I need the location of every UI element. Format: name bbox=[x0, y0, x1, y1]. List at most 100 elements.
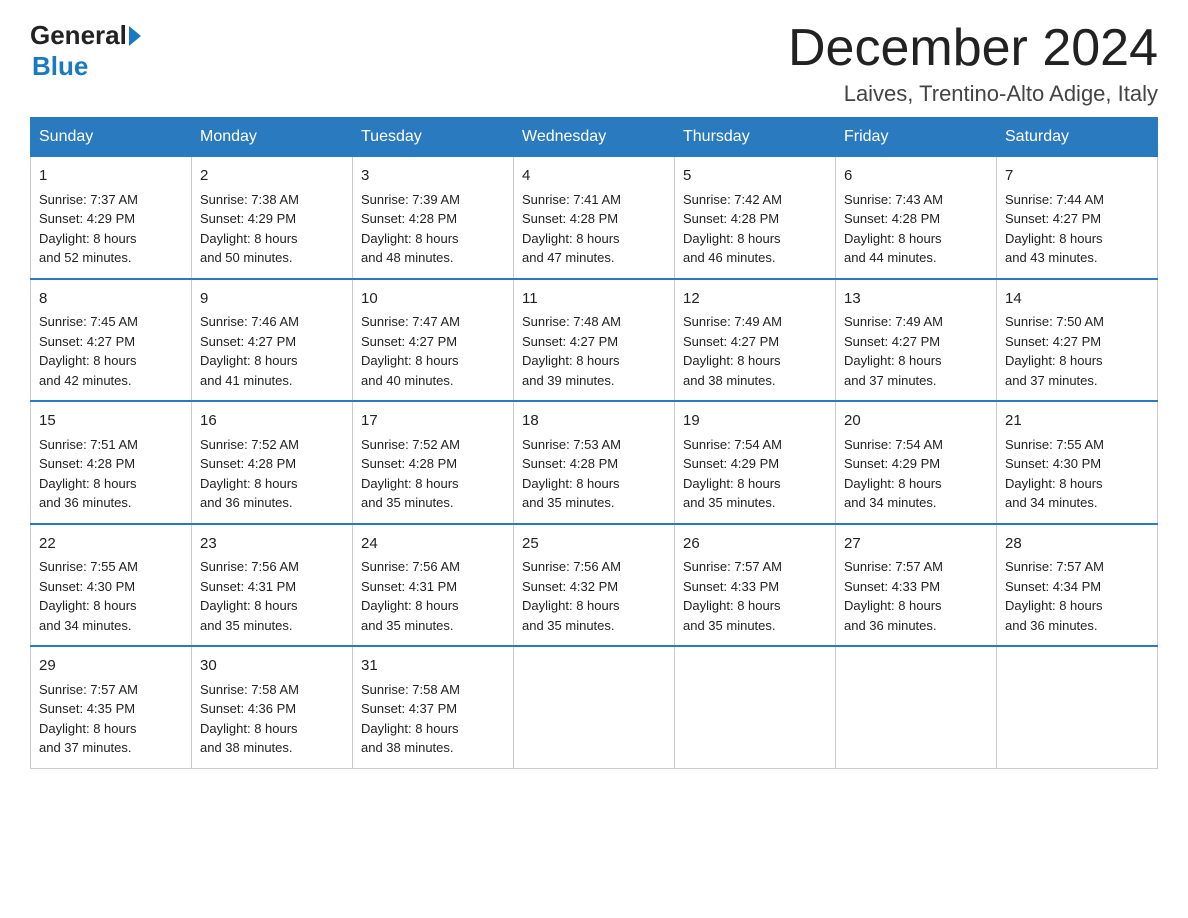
calendar-week-row: 15 Sunrise: 7:51 AMSunset: 4:28 PMDaylig… bbox=[31, 401, 1158, 524]
day-info-block: Sunrise: 7:57 AMSunset: 4:33 PMDaylight:… bbox=[844, 557, 988, 635]
day-number: 4 bbox=[522, 165, 666, 188]
day-number: 11 bbox=[522, 288, 666, 311]
table-row: 31 Sunrise: 7:58 AMSunset: 4:37 PMDaylig… bbox=[353, 646, 514, 768]
table-row bbox=[514, 646, 675, 768]
calendar-header-row: Sunday Monday Tuesday Wednesday Thursday… bbox=[31, 118, 1158, 157]
day-number: 17 bbox=[361, 410, 505, 433]
day-info-block: Sunrise: 7:52 AMSunset: 4:28 PMDaylight:… bbox=[200, 435, 344, 513]
table-row bbox=[675, 646, 836, 768]
day-number: 12 bbox=[683, 288, 827, 311]
calendar-week-row: 1 Sunrise: 7:37 AMSunset: 4:29 PMDayligh… bbox=[31, 157, 1158, 279]
day-number: 8 bbox=[39, 288, 183, 311]
day-number: 23 bbox=[200, 533, 344, 556]
day-info-block: Sunrise: 7:57 AMSunset: 4:34 PMDaylight:… bbox=[1005, 557, 1149, 635]
month-title: December 2024 bbox=[788, 20, 1158, 77]
day-info-block: Sunrise: 7:56 AMSunset: 4:31 PMDaylight:… bbox=[200, 557, 344, 635]
day-info-block: Sunrise: 7:52 AMSunset: 4:28 PMDaylight:… bbox=[361, 435, 505, 513]
table-row: 7 Sunrise: 7:44 AMSunset: 4:27 PMDayligh… bbox=[997, 157, 1158, 279]
day-number: 9 bbox=[200, 288, 344, 311]
table-row: 29 Sunrise: 7:57 AMSunset: 4:35 PMDaylig… bbox=[31, 646, 192, 768]
day-info-block: Sunrise: 7:37 AMSunset: 4:29 PMDaylight:… bbox=[39, 190, 183, 268]
day-info-block: Sunrise: 7:48 AMSunset: 4:27 PMDaylight:… bbox=[522, 312, 666, 390]
day-number: 1 bbox=[39, 165, 183, 188]
table-row: 13 Sunrise: 7:49 AMSunset: 4:27 PMDaylig… bbox=[836, 279, 997, 402]
day-info-block: Sunrise: 7:38 AMSunset: 4:29 PMDaylight:… bbox=[200, 190, 344, 268]
day-info-block: Sunrise: 7:43 AMSunset: 4:28 PMDaylight:… bbox=[844, 190, 988, 268]
day-info-block: Sunrise: 7:56 AMSunset: 4:31 PMDaylight:… bbox=[361, 557, 505, 635]
table-row: 17 Sunrise: 7:52 AMSunset: 4:28 PMDaylig… bbox=[353, 401, 514, 524]
day-number: 14 bbox=[1005, 288, 1149, 311]
table-row: 10 Sunrise: 7:47 AMSunset: 4:27 PMDaylig… bbox=[353, 279, 514, 402]
day-number: 24 bbox=[361, 533, 505, 556]
day-info-block: Sunrise: 7:45 AMSunset: 4:27 PMDaylight:… bbox=[39, 312, 183, 390]
day-number: 16 bbox=[200, 410, 344, 433]
table-row: 1 Sunrise: 7:37 AMSunset: 4:29 PMDayligh… bbox=[31, 157, 192, 279]
location-title: Laives, Trentino-Alto Adige, Italy bbox=[788, 81, 1158, 107]
day-info-block: Sunrise: 7:54 AMSunset: 4:29 PMDaylight:… bbox=[683, 435, 827, 513]
day-info-block: Sunrise: 7:47 AMSunset: 4:27 PMDaylight:… bbox=[361, 312, 505, 390]
day-number: 19 bbox=[683, 410, 827, 433]
col-monday: Monday bbox=[192, 118, 353, 157]
table-row: 6 Sunrise: 7:43 AMSunset: 4:28 PMDayligh… bbox=[836, 157, 997, 279]
day-info-block: Sunrise: 7:41 AMSunset: 4:28 PMDaylight:… bbox=[522, 190, 666, 268]
table-row: 9 Sunrise: 7:46 AMSunset: 4:27 PMDayligh… bbox=[192, 279, 353, 402]
title-area: December 2024 Laives, Trentino-Alto Adig… bbox=[788, 20, 1158, 107]
table-row: 27 Sunrise: 7:57 AMSunset: 4:33 PMDaylig… bbox=[836, 524, 997, 647]
day-number: 31 bbox=[361, 655, 505, 678]
day-number: 2 bbox=[200, 165, 344, 188]
table-row: 25 Sunrise: 7:56 AMSunset: 4:32 PMDaylig… bbox=[514, 524, 675, 647]
day-info-block: Sunrise: 7:39 AMSunset: 4:28 PMDaylight:… bbox=[361, 190, 505, 268]
col-wednesday: Wednesday bbox=[514, 118, 675, 157]
table-row: 28 Sunrise: 7:57 AMSunset: 4:34 PMDaylig… bbox=[997, 524, 1158, 647]
day-number: 25 bbox=[522, 533, 666, 556]
calendar-week-row: 8 Sunrise: 7:45 AMSunset: 4:27 PMDayligh… bbox=[31, 279, 1158, 402]
table-row: 21 Sunrise: 7:55 AMSunset: 4:30 PMDaylig… bbox=[997, 401, 1158, 524]
table-row: 4 Sunrise: 7:41 AMSunset: 4:28 PMDayligh… bbox=[514, 157, 675, 279]
day-number: 22 bbox=[39, 533, 183, 556]
table-row: 2 Sunrise: 7:38 AMSunset: 4:29 PMDayligh… bbox=[192, 157, 353, 279]
table-row: 15 Sunrise: 7:51 AMSunset: 4:28 PMDaylig… bbox=[31, 401, 192, 524]
page-header: General Blue December 2024 Laives, Trent… bbox=[30, 20, 1158, 107]
calendar-week-row: 22 Sunrise: 7:55 AMSunset: 4:30 PMDaylig… bbox=[31, 524, 1158, 647]
day-info-block: Sunrise: 7:57 AMSunset: 4:33 PMDaylight:… bbox=[683, 557, 827, 635]
table-row: 22 Sunrise: 7:55 AMSunset: 4:30 PMDaylig… bbox=[31, 524, 192, 647]
day-number: 30 bbox=[200, 655, 344, 678]
table-row: 20 Sunrise: 7:54 AMSunset: 4:29 PMDaylig… bbox=[836, 401, 997, 524]
day-number: 20 bbox=[844, 410, 988, 433]
col-tuesday: Tuesday bbox=[353, 118, 514, 157]
col-thursday: Thursday bbox=[675, 118, 836, 157]
day-info-block: Sunrise: 7:42 AMSunset: 4:28 PMDaylight:… bbox=[683, 190, 827, 268]
logo: General Blue bbox=[30, 20, 141, 82]
day-number: 18 bbox=[522, 410, 666, 433]
day-info-block: Sunrise: 7:49 AMSunset: 4:27 PMDaylight:… bbox=[683, 312, 827, 390]
day-info-block: Sunrise: 7:53 AMSunset: 4:28 PMDaylight:… bbox=[522, 435, 666, 513]
day-info-block: Sunrise: 7:46 AMSunset: 4:27 PMDaylight:… bbox=[200, 312, 344, 390]
day-info-block: Sunrise: 7:49 AMSunset: 4:27 PMDaylight:… bbox=[844, 312, 988, 390]
day-number: 27 bbox=[844, 533, 988, 556]
col-saturday: Saturday bbox=[997, 118, 1158, 157]
col-sunday: Sunday bbox=[31, 118, 192, 157]
day-info-block: Sunrise: 7:58 AMSunset: 4:36 PMDaylight:… bbox=[200, 680, 344, 758]
day-number: 13 bbox=[844, 288, 988, 311]
logo-arrow-icon bbox=[129, 26, 141, 46]
day-number: 26 bbox=[683, 533, 827, 556]
table-row: 3 Sunrise: 7:39 AMSunset: 4:28 PMDayligh… bbox=[353, 157, 514, 279]
table-row bbox=[836, 646, 997, 768]
day-number: 28 bbox=[1005, 533, 1149, 556]
table-row: 12 Sunrise: 7:49 AMSunset: 4:27 PMDaylig… bbox=[675, 279, 836, 402]
table-row: 26 Sunrise: 7:57 AMSunset: 4:33 PMDaylig… bbox=[675, 524, 836, 647]
day-number: 29 bbox=[39, 655, 183, 678]
day-info-block: Sunrise: 7:54 AMSunset: 4:29 PMDaylight:… bbox=[844, 435, 988, 513]
calendar-week-row: 29 Sunrise: 7:57 AMSunset: 4:35 PMDaylig… bbox=[31, 646, 1158, 768]
table-row: 19 Sunrise: 7:54 AMSunset: 4:29 PMDaylig… bbox=[675, 401, 836, 524]
day-info-block: Sunrise: 7:58 AMSunset: 4:37 PMDaylight:… bbox=[361, 680, 505, 758]
day-info-block: Sunrise: 7:55 AMSunset: 4:30 PMDaylight:… bbox=[39, 557, 183, 635]
table-row: 24 Sunrise: 7:56 AMSunset: 4:31 PMDaylig… bbox=[353, 524, 514, 647]
table-row: 23 Sunrise: 7:56 AMSunset: 4:31 PMDaylig… bbox=[192, 524, 353, 647]
table-row: 16 Sunrise: 7:52 AMSunset: 4:28 PMDaylig… bbox=[192, 401, 353, 524]
col-friday: Friday bbox=[836, 118, 997, 157]
day-number: 15 bbox=[39, 410, 183, 433]
table-row: 5 Sunrise: 7:42 AMSunset: 4:28 PMDayligh… bbox=[675, 157, 836, 279]
table-row: 8 Sunrise: 7:45 AMSunset: 4:27 PMDayligh… bbox=[31, 279, 192, 402]
logo-general-text: General bbox=[30, 20, 127, 51]
